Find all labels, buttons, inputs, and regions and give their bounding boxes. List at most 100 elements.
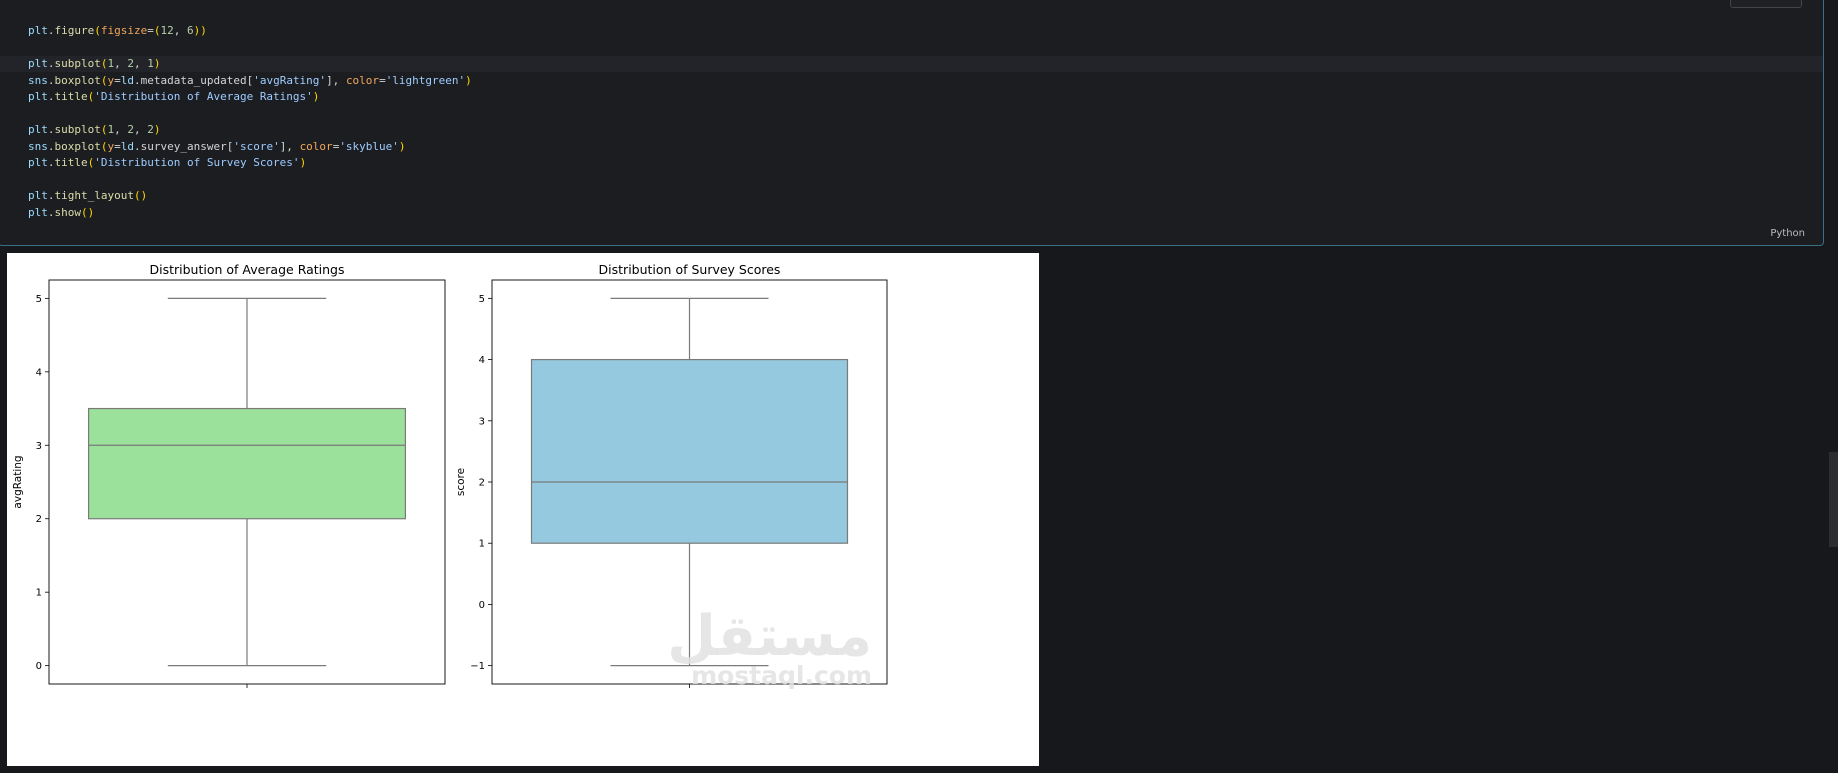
y-tick-label: 5 — [479, 294, 485, 305]
y-axis-label: score — [455, 468, 467, 496]
code-token: , — [133, 57, 148, 70]
code-token: 2 — [127, 123, 134, 136]
code-token: )) — [193, 24, 207, 37]
code-token: ld — [120, 73, 134, 87]
code-token: plt — [28, 24, 48, 37]
y-tick-label: 0 — [479, 600, 485, 611]
code-token: title — [54, 156, 88, 169]
code-token: 'Distribution of Survey Scores' — [94, 156, 300, 169]
code-token: = — [114, 139, 121, 153]
y-tick-label: 4 — [479, 355, 485, 366]
code-token: . — [47, 156, 55, 169]
code-token: title — [54, 90, 88, 103]
code-token: . — [47, 123, 55, 136]
code-token: 2 — [147, 123, 154, 136]
code-token: , — [173, 24, 187, 37]
code-token: sns — [28, 139, 48, 153]
code-token: 12 — [160, 24, 174, 37]
code-token: ], — [279, 139, 300, 153]
code-token: boxplot — [54, 73, 101, 87]
code-token: 6 — [186, 24, 194, 37]
code-line: plt.title('Distribution of Average Ratin… — [28, 89, 472, 106]
code-token: . — [47, 73, 55, 87]
code-editor[interactable]: plt.figure(figsize=(12, 6)) plt.subplot(1… — [28, 23, 472, 221]
chart-title: Distribution of Survey Scores — [599, 262, 781, 277]
code-token: subplot — [54, 123, 101, 136]
code-token: 'avgRating' — [253, 73, 327, 87]
y-tick-label: 3 — [479, 416, 485, 427]
figure-svg: Distribution of Average Ratings avgRating… — [12, 262, 888, 690]
y-tick-label: 1 — [479, 539, 485, 550]
code-token: () — [81, 205, 95, 219]
code-token: . — [47, 57, 55, 70]
code-token: 1 — [147, 57, 154, 70]
y-tick-label: −1 — [470, 661, 485, 672]
y-tick-label: 4 — [36, 367, 42, 378]
output-figure: Distribution of Average Ratings avgRating… — [7, 253, 1039, 766]
code-token: plt — [28, 57, 48, 70]
code-token: tight_layout — [54, 189, 134, 202]
code-line: plt.subplot(1, 2, 1) — [28, 56, 472, 73]
code-token: . — [47, 24, 55, 37]
code-token: = — [147, 24, 154, 37]
chart-title: Distribution of Average Ratings — [149, 262, 344, 277]
cell-toolbar-button[interactable] — [1730, 0, 1802, 8]
code-token: ) — [465, 73, 472, 87]
code-token: boxplot — [54, 139, 101, 153]
scrollbar-thumb[interactable] — [1829, 452, 1838, 547]
code-token: , — [114, 123, 128, 136]
code-token: ) — [398, 139, 406, 153]
code-token: color — [299, 139, 333, 153]
code-token: . — [47, 205, 55, 219]
code-token: ) — [153, 123, 161, 136]
y-tick-label: 3 — [36, 441, 42, 452]
y-axis-label: avgRating — [12, 455, 24, 508]
watermark-logo: مستقل — [667, 604, 872, 669]
code-token: figure — [54, 24, 95, 37]
code-line: plt.figure(figsize=(12, 6)) — [28, 23, 472, 40]
code-token: plt — [28, 205, 48, 219]
code-token: subplot — [54, 57, 101, 70]
code-token: plt — [28, 156, 48, 169]
code-token: ld — [120, 139, 134, 153]
code-token: ) — [299, 156, 307, 169]
code-token: 'skyblue' — [339, 139, 399, 153]
code-token: plt — [28, 90, 48, 103]
code-token: figsize — [100, 24, 148, 37]
code-token: ], — [326, 73, 346, 87]
code-token: ) — [312, 90, 320, 103]
code-token: plt — [28, 189, 48, 202]
iqr-box — [87, 407, 406, 520]
code-token: .survey_answer — [133, 139, 227, 153]
code-line: sns.boxplot(y=ld.survey_answer['score'],… — [28, 139, 472, 156]
code-token: = — [114, 73, 121, 87]
watermark-text: mostaql.com — [691, 661, 872, 690]
code-token: , — [114, 57, 128, 70]
code-token: ( — [94, 24, 101, 37]
language-label: Python — [1770, 228, 1805, 239]
code-line: plt.tight_layout() — [28, 188, 472, 205]
code-token: plt — [28, 123, 48, 136]
code-line: plt.subplot(1, 2, 2) — [28, 122, 472, 139]
y-tick-label: 2 — [36, 514, 42, 525]
code-token: color — [345, 73, 380, 87]
code-cell[interactable]: plt.figure(figsize=(12, 6)) plt.subplot(1… — [0, 0, 1824, 246]
code-token: . — [47, 90, 55, 103]
code-token: 'lightgreen' — [385, 73, 466, 87]
code-token: . — [47, 189, 55, 202]
code-token: ) — [153, 57, 161, 70]
code-token: . — [47, 139, 55, 153]
code-line: plt.title('Distribution of Survey Scores… — [28, 155, 472, 172]
code-line: plt.show() — [28, 205, 472, 222]
iqr-box — [530, 358, 849, 544]
y-tick-label: 0 — [36, 661, 42, 672]
code-token: 2 — [127, 57, 134, 70]
y-tick-label: 1 — [36, 588, 42, 599]
code-token: 'Distribution of Average Ratings' — [94, 90, 313, 103]
code-token: = — [379, 73, 386, 87]
y-tick-label: 5 — [36, 294, 42, 305]
code-token: () — [133, 189, 148, 202]
